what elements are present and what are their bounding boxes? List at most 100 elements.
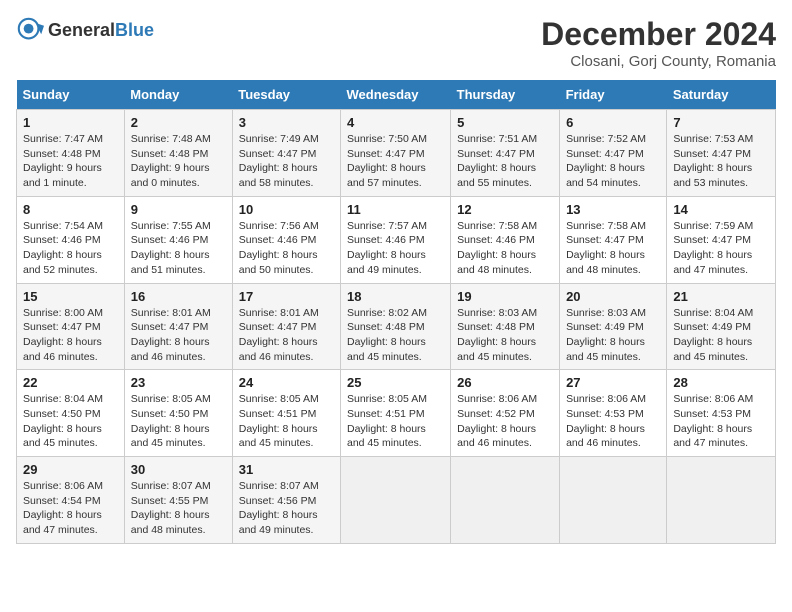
- calendar-cell: 27 Sunrise: 8:06 AMSunset: 4:53 PMDaylig…: [560, 370, 667, 457]
- calendar-cell: 31 Sunrise: 8:07 AMSunset: 4:56 PMDaylig…: [232, 457, 340, 544]
- calendar-cell: 24 Sunrise: 8:05 AMSunset: 4:51 PMDaylig…: [232, 370, 340, 457]
- day-number: 17: [239, 289, 334, 304]
- day-number: 27: [566, 375, 660, 390]
- day-info: Sunrise: 8:02 AMSunset: 4:48 PMDaylight:…: [347, 307, 427, 363]
- day-number: 24: [239, 375, 334, 390]
- calendar-cell: [451, 457, 560, 544]
- day-info: Sunrise: 7:48 AMSunset: 4:48 PMDaylight:…: [131, 133, 211, 189]
- day-number: 22: [23, 375, 118, 390]
- calendar-cell: 23 Sunrise: 8:05 AMSunset: 4:50 PMDaylig…: [124, 370, 232, 457]
- calendar-cell: 14 Sunrise: 7:59 AMSunset: 4:47 PMDaylig…: [667, 196, 776, 283]
- day-info: Sunrise: 7:51 AMSunset: 4:47 PMDaylight:…: [457, 133, 537, 189]
- calendar-cell: 8 Sunrise: 7:54 AMSunset: 4:46 PMDayligh…: [17, 196, 125, 283]
- day-info: Sunrise: 8:01 AMSunset: 4:47 PMDaylight:…: [131, 307, 211, 363]
- day-info: Sunrise: 8:06 AMSunset: 4:52 PMDaylight:…: [457, 393, 537, 449]
- main-title: December 2024: [541, 16, 776, 53]
- calendar-week-row: 1 Sunrise: 7:47 AMSunset: 4:48 PMDayligh…: [17, 110, 776, 197]
- calendar-cell: 9 Sunrise: 7:55 AMSunset: 4:46 PMDayligh…: [124, 196, 232, 283]
- calendar-cell: [560, 457, 667, 544]
- day-number: 29: [23, 462, 118, 477]
- day-info: Sunrise: 8:04 AMSunset: 4:50 PMDaylight:…: [23, 393, 103, 449]
- calendar-cell: 13 Sunrise: 7:58 AMSunset: 4:47 PMDaylig…: [560, 196, 667, 283]
- day-number: 12: [457, 202, 553, 217]
- day-info: Sunrise: 8:05 AMSunset: 4:50 PMDaylight:…: [131, 393, 211, 449]
- day-info: Sunrise: 8:07 AMSunset: 4:55 PMDaylight:…: [131, 480, 211, 536]
- calendar-cell: 2 Sunrise: 7:48 AMSunset: 4:48 PMDayligh…: [124, 110, 232, 197]
- day-number: 3: [239, 115, 334, 130]
- day-info: Sunrise: 7:52 AMSunset: 4:47 PMDaylight:…: [566, 133, 646, 189]
- day-info: Sunrise: 7:47 AMSunset: 4:48 PMDaylight:…: [23, 133, 103, 189]
- weekday-header-wednesday: Wednesday: [340, 80, 450, 110]
- day-number: 21: [673, 289, 769, 304]
- calendar-cell: 22 Sunrise: 8:04 AMSunset: 4:50 PMDaylig…: [17, 370, 125, 457]
- calendar-week-row: 22 Sunrise: 8:04 AMSunset: 4:50 PMDaylig…: [17, 370, 776, 457]
- calendar-cell: 6 Sunrise: 7:52 AMSunset: 4:47 PMDayligh…: [560, 110, 667, 197]
- calendar-cell: 3 Sunrise: 7:49 AMSunset: 4:47 PMDayligh…: [232, 110, 340, 197]
- day-info: Sunrise: 7:56 AMSunset: 4:46 PMDaylight:…: [239, 220, 319, 276]
- calendar-week-row: 15 Sunrise: 8:00 AMSunset: 4:47 PMDaylig…: [17, 283, 776, 370]
- logo-blue-text: Blue: [115, 20, 154, 40]
- calendar-week-row: 8 Sunrise: 7:54 AMSunset: 4:46 PMDayligh…: [17, 196, 776, 283]
- calendar-cell: 4 Sunrise: 7:50 AMSunset: 4:47 PMDayligh…: [340, 110, 450, 197]
- calendar-cell: 19 Sunrise: 8:03 AMSunset: 4:48 PMDaylig…: [451, 283, 560, 370]
- day-number: 26: [457, 375, 553, 390]
- day-info: Sunrise: 7:58 AMSunset: 4:47 PMDaylight:…: [566, 220, 646, 276]
- day-number: 25: [347, 375, 444, 390]
- calendar-cell: [340, 457, 450, 544]
- day-info: Sunrise: 8:07 AMSunset: 4:56 PMDaylight:…: [239, 480, 319, 536]
- weekday-header-sunday: Sunday: [17, 80, 125, 110]
- day-info: Sunrise: 7:57 AMSunset: 4:46 PMDaylight:…: [347, 220, 427, 276]
- sub-title: Closani, Gorj County, Romania: [541, 53, 776, 70]
- day-info: Sunrise: 7:50 AMSunset: 4:47 PMDaylight:…: [347, 133, 427, 189]
- day-number: 1: [23, 115, 118, 130]
- day-info: Sunrise: 8:05 AMSunset: 4:51 PMDaylight:…: [347, 393, 427, 449]
- calendar-week-row: 29 Sunrise: 8:06 AMSunset: 4:54 PMDaylig…: [17, 457, 776, 544]
- day-info: Sunrise: 7:49 AMSunset: 4:47 PMDaylight:…: [239, 133, 319, 189]
- day-number: 20: [566, 289, 660, 304]
- title-area: December 2024 Closani, Gorj County, Roma…: [541, 16, 776, 70]
- day-number: 10: [239, 202, 334, 217]
- day-number: 7: [673, 115, 769, 130]
- calendar-cell: 28 Sunrise: 8:06 AMSunset: 4:53 PMDaylig…: [667, 370, 776, 457]
- calendar-cell: 17 Sunrise: 8:01 AMSunset: 4:47 PMDaylig…: [232, 283, 340, 370]
- weekday-header-thursday: Thursday: [451, 80, 560, 110]
- day-info: Sunrise: 7:54 AMSunset: 4:46 PMDaylight:…: [23, 220, 103, 276]
- weekday-header-row: SundayMondayTuesdayWednesdayThursdayFrid…: [17, 80, 776, 110]
- calendar-cell: 15 Sunrise: 8:00 AMSunset: 4:47 PMDaylig…: [17, 283, 125, 370]
- day-number: 30: [131, 462, 226, 477]
- weekday-header-monday: Monday: [124, 80, 232, 110]
- logo: GeneralBlue: [16, 16, 154, 44]
- calendar-cell: 1 Sunrise: 7:47 AMSunset: 4:48 PMDayligh…: [17, 110, 125, 197]
- day-number: 9: [131, 202, 226, 217]
- day-number: 31: [239, 462, 334, 477]
- calendar-cell: 29 Sunrise: 8:06 AMSunset: 4:54 PMDaylig…: [17, 457, 125, 544]
- calendar-table: SundayMondayTuesdayWednesdayThursdayFrid…: [16, 80, 776, 544]
- day-info: Sunrise: 7:58 AMSunset: 4:46 PMDaylight:…: [457, 220, 537, 276]
- day-info: Sunrise: 8:03 AMSunset: 4:49 PMDaylight:…: [566, 307, 646, 363]
- day-number: 2: [131, 115, 226, 130]
- calendar-cell: 10 Sunrise: 7:56 AMSunset: 4:46 PMDaylig…: [232, 196, 340, 283]
- day-info: Sunrise: 8:04 AMSunset: 4:49 PMDaylight:…: [673, 307, 753, 363]
- day-number: 15: [23, 289, 118, 304]
- day-info: Sunrise: 7:59 AMSunset: 4:47 PMDaylight:…: [673, 220, 753, 276]
- calendar-cell: 18 Sunrise: 8:02 AMSunset: 4:48 PMDaylig…: [340, 283, 450, 370]
- logo-icon: [16, 16, 44, 44]
- day-number: 8: [23, 202, 118, 217]
- calendar-cell: 25 Sunrise: 8:05 AMSunset: 4:51 PMDaylig…: [340, 370, 450, 457]
- day-number: 19: [457, 289, 553, 304]
- day-number: 4: [347, 115, 444, 130]
- day-info: Sunrise: 8:00 AMSunset: 4:47 PMDaylight:…: [23, 307, 103, 363]
- weekday-header-friday: Friday: [560, 80, 667, 110]
- header: GeneralBlue December 2024 Closani, Gorj …: [16, 16, 776, 70]
- day-number: 18: [347, 289, 444, 304]
- day-info: Sunrise: 8:06 AMSunset: 4:54 PMDaylight:…: [23, 480, 103, 536]
- day-number: 5: [457, 115, 553, 130]
- calendar-cell: 7 Sunrise: 7:53 AMSunset: 4:47 PMDayligh…: [667, 110, 776, 197]
- day-info: Sunrise: 7:55 AMSunset: 4:46 PMDaylight:…: [131, 220, 211, 276]
- calendar-cell: 26 Sunrise: 8:06 AMSunset: 4:52 PMDaylig…: [451, 370, 560, 457]
- day-info: Sunrise: 7:53 AMSunset: 4:47 PMDaylight:…: [673, 133, 753, 189]
- day-number: 14: [673, 202, 769, 217]
- day-number: 16: [131, 289, 226, 304]
- calendar-cell: 11 Sunrise: 7:57 AMSunset: 4:46 PMDaylig…: [340, 196, 450, 283]
- calendar-cell: 16 Sunrise: 8:01 AMSunset: 4:47 PMDaylig…: [124, 283, 232, 370]
